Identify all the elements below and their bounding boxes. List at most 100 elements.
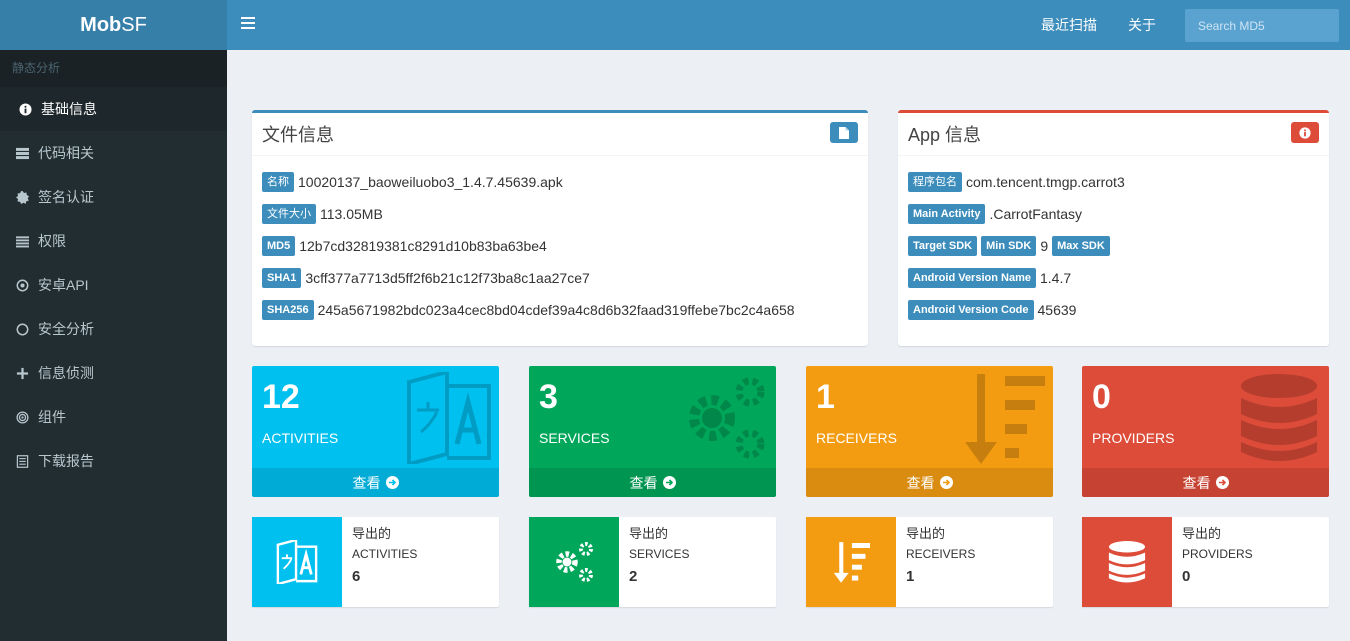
exported-providers-icon-area <box>1082 517 1172 607</box>
database-icon <box>1241 374 1317 461</box>
exported-label: 导出的 <box>352 526 392 541</box>
exported-services-icon-area <box>529 517 619 607</box>
document-icon <box>15 454 29 468</box>
sidebar-item-label: 下载报告 <box>38 453 94 469</box>
app-info-body: 程序包名 com.tencent.tmgp.carrot3 Main Activ… <box>898 156 1329 336</box>
sidebar-item-security[interactable]: 安全分析 <box>0 307 227 351</box>
file-icon <box>839 126 849 139</box>
sidebar: Mob SF 静态分析 基础信息 代码相关 签名认证 权限 安卓API 安全分析 … <box>0 0 227 641</box>
app-info-row-sdk: Target SDK Min SDK 9 Max SDK <box>908 230 1319 262</box>
sidebar-item-permissions[interactable]: 权限 <box>0 219 227 263</box>
arrow-circle-right-icon <box>662 476 676 489</box>
sidebar-item-basic-info[interactable]: 基础信息 <box>0 87 227 131</box>
providers-stat-box: 0 PROVIDERS 查看 <box>1082 366 1329 497</box>
logo-bold-text: Mob <box>80 13 122 36</box>
receivers-count: 1 <box>816 378 835 416</box>
app-info-row-version-name: Android Version Name 1.4.7 <box>908 262 1319 294</box>
exported-activities-name: ACTIVITIES <box>352 547 418 561</box>
app-logo[interactable]: Mob SF <box>0 0 227 50</box>
sidebar-item-label: 信息侦测 <box>38 365 94 381</box>
server-icon <box>15 146 29 160</box>
exported-label: 导出的 <box>906 526 946 541</box>
app-info-toggle-button[interactable] <box>1291 122 1319 143</box>
file-info-row-size: 文件大小 113.05MB <box>262 198 858 230</box>
file-info-body: 名称 10020137_baoweiluobo3_1.4.7.45639.apk… <box>252 156 868 336</box>
exported-activities-count: 6 <box>352 568 361 585</box>
target-sdk-label: Target SDK <box>908 236 978 256</box>
file-info-header: 文件信息 <box>252 113 868 156</box>
view-link-label: 查看 <box>906 474 935 491</box>
services-stat-box: 3 SERVICES 查看 <box>529 366 776 497</box>
view-link-label: 查看 <box>1182 474 1211 491</box>
recent-scans-link[interactable]: 最近扫描 <box>1041 0 1097 50</box>
sidebar-item-android-api[interactable]: 安卓API <box>0 263 227 307</box>
activities-view-link[interactable]: 查看 <box>252 468 499 497</box>
package-value: com.tencent.tmgp.carrot3 <box>966 174 1125 190</box>
sidebar-item-recon[interactable]: 信息侦测 <box>0 351 227 395</box>
receivers-view-link[interactable]: 查看 <box>806 468 1053 497</box>
sha256-value: 245a5671982bdc023a4cec8bd04cdef39a4c8d6b… <box>317 302 795 318</box>
sidebar-toggle-icon[interactable] <box>241 17 255 31</box>
max-sdk-label: Max SDK <box>1052 236 1110 256</box>
file-info-row-sha256: SHA256 245a5671982bdc023a4cec8bd04cdef39… <box>262 294 858 326</box>
sidebar-item-label: 代码相关 <box>38 145 94 161</box>
version-name-value: 1.4.7 <box>1039 270 1072 286</box>
circle-icon <box>15 322 29 336</box>
arrow-circle-right-icon <box>1215 476 1229 489</box>
min-sdk-value: 9 <box>1040 238 1049 254</box>
services-label: SERVICES <box>539 430 610 446</box>
sidebar-item-label: 权限 <box>38 233 66 249</box>
sort-amount-down-icon <box>965 374 1045 464</box>
receivers-label: RECEIVERS <box>816 430 897 446</box>
size-label: 文件大小 <box>262 204 316 224</box>
exported-providers-box: 导出的 PROVIDERS 0 <box>1082 517 1329 607</box>
sha1-value: 3cff377a7713d5ff2f6b21c12f73ba8c1aa27ce7 <box>305 270 590 286</box>
search-md5-input[interactable] <box>1185 9 1339 42</box>
sidebar-item-signature[interactable]: 签名认证 <box>0 175 227 219</box>
sha1-label: SHA1 <box>262 268 302 288</box>
sidebar-item-label: 基础信息 <box>41 101 97 117</box>
version-code-value: 45639 <box>1037 302 1077 318</box>
sort-amount-down-icon <box>833 542 870 583</box>
exported-services-name: SERVICES <box>629 547 690 561</box>
min-sdk-label: Min SDK <box>981 236 1037 256</box>
md5-value: 12b7cd32819381c8291d10b83ba63be4 <box>299 238 547 254</box>
app-info-box: App 信息 程序包名 com.tencent.tmgp.carrot3 Mai… <box>898 110 1329 346</box>
arrow-circle-right-icon <box>939 476 953 489</box>
sidebar-item-code[interactable]: 代码相关 <box>0 131 227 175</box>
list-icon <box>15 234 29 248</box>
app-info-header: App 信息 <box>898 113 1329 156</box>
app-info-title: App 信息 <box>908 125 982 145</box>
exported-receivers-box: 导出的 RECEIVERS 1 <box>806 517 1053 607</box>
exported-label: 导出的 <box>629 526 669 541</box>
exported-receivers-count: 1 <box>906 568 915 585</box>
certificate-icon <box>15 190 29 204</box>
arrow-circle-right-icon <box>385 476 399 489</box>
file-info-row-sha1: SHA1 3cff377a7713d5ff2f6b21c12f73ba8c1aa… <box>262 262 858 294</box>
sidebar-item-download-report[interactable]: 下载报告 <box>0 439 227 483</box>
activities-label: ACTIVITIES <box>262 430 339 446</box>
sidebar-item-label: 签名认证 <box>38 189 94 205</box>
exported-activities-icon-area <box>252 517 342 607</box>
exported-receivers-icon-area <box>806 517 896 607</box>
main-activity-value: .CarrotFantasy <box>989 206 1083 222</box>
view-link-label: 查看 <box>352 474 381 491</box>
providers-label: PROVIDERS <box>1092 430 1175 446</box>
logo-light-text: SF <box>121 13 147 36</box>
plus-icon <box>15 366 29 380</box>
file-info-title: 文件信息 <box>262 125 334 145</box>
services-view-link[interactable]: 查看 <box>529 468 776 497</box>
translate-icon <box>276 540 318 584</box>
providers-view-link[interactable]: 查看 <box>1082 468 1329 497</box>
file-info-toggle-button[interactable] <box>830 122 858 143</box>
gears-icon <box>689 377 765 459</box>
file-name-value: 10020137_baoweiluobo3_1.4.7.45639.apk <box>298 174 563 190</box>
about-link[interactable]: 关于 <box>1128 0 1156 50</box>
app-info-row-version-code: Android Version Code 45639 <box>908 294 1319 326</box>
exported-services-count: 2 <box>629 568 638 585</box>
name-label: 名称 <box>262 172 294 192</box>
translate-icon <box>407 372 491 464</box>
gears-icon <box>556 542 593 582</box>
sidebar-item-components[interactable]: 组件 <box>0 395 227 439</box>
file-info-row-name: 名称 10020137_baoweiluobo3_1.4.7.45639.apk <box>262 166 858 198</box>
